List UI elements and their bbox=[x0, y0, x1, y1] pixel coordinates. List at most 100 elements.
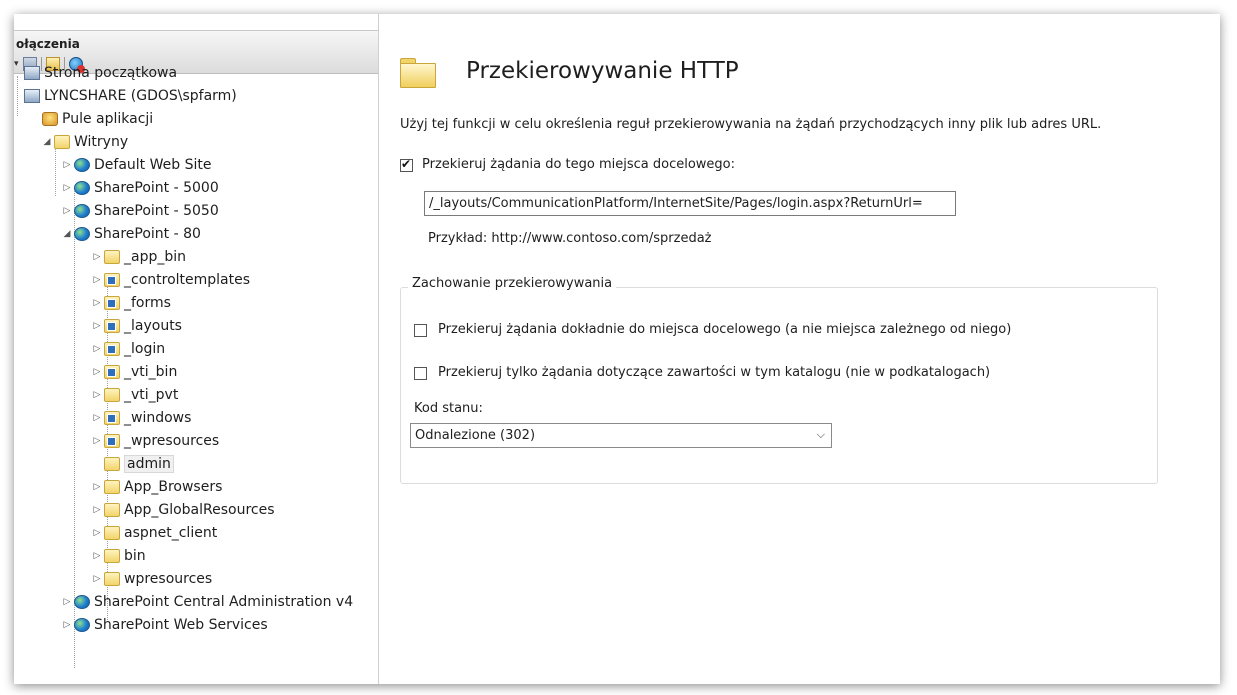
folder-icon bbox=[400, 58, 436, 88]
tree-item-bin[interactable]: ▷ bin bbox=[92, 545, 146, 567]
tree-item-controltemplates[interactable]: ▷ _controltemplates bbox=[92, 269, 251, 291]
tree-item-web-services[interactable]: ▷ SharePoint Web Services bbox=[62, 614, 268, 636]
tree-item-label: _vti_pvt bbox=[124, 387, 179, 403]
expander-icon[interactable]: ▷ bbox=[62, 160, 72, 170]
expander-icon[interactable]: ▷ bbox=[62, 183, 72, 193]
expander-icon[interactable]: ▷ bbox=[62, 206, 72, 216]
tree-item-label: _controltemplates bbox=[124, 272, 251, 288]
tree-item-default-web-site[interactable]: ▷ Default Web Site bbox=[62, 154, 212, 176]
globe-icon bbox=[74, 227, 90, 241]
globe-icon bbox=[74, 595, 90, 609]
expander-icon[interactable]: ▷ bbox=[92, 574, 102, 584]
tree-item-label: _login bbox=[124, 341, 166, 357]
expander-icon[interactable]: ▷ bbox=[92, 413, 102, 423]
tree-item-label: App_GlobalResources bbox=[124, 502, 275, 518]
tree-item-app-bin[interactable]: ▷ _app_bin bbox=[92, 246, 186, 268]
tree-item-label: SharePoint - 80 bbox=[94, 226, 201, 242]
expander-icon[interactable]: ▷ bbox=[92, 436, 102, 446]
tree-item-label: Pule aplikacji bbox=[62, 111, 154, 127]
tree-item-vti-pvt[interactable]: ▷ _vti_pvt bbox=[92, 384, 179, 406]
tree-item-wpresources[interactable]: ▷ wpresources bbox=[92, 568, 213, 590]
tree-item-central-admin[interactable]: ▷ SharePoint Central Administration v4 bbox=[62, 591, 354, 613]
expander-icon[interactable]: ▷ bbox=[92, 505, 102, 515]
tree-item-sites[interactable]: ◢ Witryny bbox=[42, 131, 129, 153]
tree-item-wpresources-underscore[interactable]: ▷ _wpresources bbox=[92, 430, 220, 452]
expander-icon[interactable]: ▷ bbox=[92, 367, 102, 377]
tree-item-app-pools[interactable]: Pule aplikacji bbox=[42, 108, 153, 130]
tree-item-windows[interactable]: ▷ _windows bbox=[92, 407, 192, 429]
page-description: Użyj tej funkcji w celu określenia reguł… bbox=[400, 117, 1102, 132]
tree-item-app-browsers[interactable]: ▷ App_Browsers bbox=[92, 476, 223, 498]
home-server-icon bbox=[24, 66, 40, 80]
tree-item-sharepoint-80[interactable]: ◢ SharePoint - 80 bbox=[62, 223, 201, 245]
tree-guide bbox=[17, 76, 18, 116]
expander-icon[interactable]: ▷ bbox=[92, 551, 102, 561]
tree-item-label: aspnet_client bbox=[124, 525, 218, 541]
status-code-label: Kod stanu: bbox=[414, 401, 483, 416]
tree-item-label: Witryny bbox=[74, 134, 129, 150]
tree-item-layouts[interactable]: ▷ _layouts bbox=[92, 315, 182, 337]
tree-item-label: _wpresources bbox=[124, 433, 220, 449]
virtual-folder-icon bbox=[104, 411, 120, 425]
virtual-folder-icon bbox=[104, 342, 120, 356]
expander-icon[interactable]: ▷ bbox=[92, 482, 102, 492]
tree-guide bbox=[55, 146, 56, 196]
exact-destination-checkbox[interactable] bbox=[414, 324, 427, 337]
virtual-folder-icon bbox=[104, 296, 120, 310]
redirect-checkbox-label: Przekieruj żądania do tego miejsca docel… bbox=[422, 157, 736, 172]
redirect-url-input[interactable] bbox=[424, 191, 956, 216]
tree-item-forms[interactable]: ▷ _forms bbox=[92, 292, 171, 314]
tree-item-label: Strona początkowa bbox=[44, 65, 178, 81]
globe-icon bbox=[74, 181, 90, 195]
tree-item-label: _windows bbox=[124, 410, 192, 426]
redirect-behavior-legend: Zachowanie przekierowywania bbox=[408, 276, 617, 291]
tree-item-app-globalresources[interactable]: ▷ App_GlobalResources bbox=[92, 499, 275, 521]
chevron-down-icon[interactable]: ⌵ bbox=[817, 428, 825, 442]
directory-only-label: Przekieruj tylko żądania dotyczące zawar… bbox=[438, 365, 991, 380]
connections-title: ołączenia bbox=[16, 37, 80, 51]
folder-icon bbox=[104, 572, 120, 586]
folder-icon bbox=[104, 250, 120, 264]
tree-item-label: _forms bbox=[124, 295, 171, 311]
directory-only-checkbox[interactable] bbox=[414, 367, 427, 380]
expander-icon[interactable]: ◢ bbox=[62, 229, 72, 239]
dropdown-arrow-icon[interactable]: ▾ bbox=[14, 59, 19, 69]
expander-icon[interactable]: ▷ bbox=[62, 620, 72, 630]
expander-icon[interactable]: ▷ bbox=[92, 344, 102, 354]
tree-item-server[interactable]: LYNCSHARE (GDOS\spfarm) bbox=[24, 85, 237, 107]
expander-icon[interactable]: ▷ bbox=[92, 390, 102, 400]
tree-item-sharepoint-5050[interactable]: ▷ SharePoint - 5050 bbox=[62, 200, 219, 222]
status-code-value: Odnalezione (302) bbox=[415, 428, 536, 443]
expander-icon[interactable]: ▷ bbox=[92, 275, 102, 285]
folder-icon bbox=[104, 549, 120, 563]
expander-icon[interactable]: ◢ bbox=[42, 137, 52, 147]
redirect-checkbox[interactable] bbox=[400, 157, 413, 172]
tree-item-aspnet-client[interactable]: ▷ aspnet_client bbox=[92, 522, 218, 544]
tree-item-sharepoint-5000[interactable]: ▷ SharePoint - 5000 bbox=[62, 177, 219, 199]
server-icon bbox=[24, 89, 40, 103]
tree-item-label: wpresources bbox=[124, 571, 213, 587]
tree-item-start-page[interactable]: Strona początkowa bbox=[24, 62, 177, 84]
expander-icon[interactable]: ▷ bbox=[92, 252, 102, 262]
expander-icon[interactable]: ▷ bbox=[62, 597, 72, 607]
folder-icon bbox=[104, 503, 120, 517]
expander-icon[interactable]: ▷ bbox=[92, 321, 102, 331]
virtual-folder-icon bbox=[104, 365, 120, 379]
example-text: Przykład: http://www.contoso.com/sprzeda… bbox=[428, 231, 712, 246]
page-title: Przekierowywanie HTTP bbox=[466, 58, 739, 84]
expander-icon[interactable]: ▷ bbox=[92, 298, 102, 308]
virtual-folder-icon bbox=[104, 434, 120, 448]
tree-item-label: _layouts bbox=[124, 318, 182, 334]
tree-item-login[interactable]: ▷ _login bbox=[92, 338, 166, 360]
tree-item-vti-bin[interactable]: ▷ _vti_bin bbox=[92, 361, 178, 383]
globe-icon bbox=[74, 618, 90, 632]
status-code-select[interactable]: Odnalezione (302) ⌵ bbox=[410, 423, 832, 448]
connections-pane: ołączenia ▾ Strona początkowa LYNCSHARE … bbox=[14, 14, 379, 684]
exact-destination-label: Przekieruj żądania dokładnie do miejsca … bbox=[438, 322, 1012, 337]
tree-item-label: SharePoint - 5050 bbox=[94, 203, 219, 219]
folder-icon bbox=[104, 480, 120, 494]
tree-item-label: admin bbox=[124, 455, 174, 473]
globe-icon bbox=[74, 204, 90, 218]
tree-item-admin[interactable]: admin bbox=[92, 453, 174, 475]
expander-icon[interactable]: ▷ bbox=[92, 528, 102, 538]
